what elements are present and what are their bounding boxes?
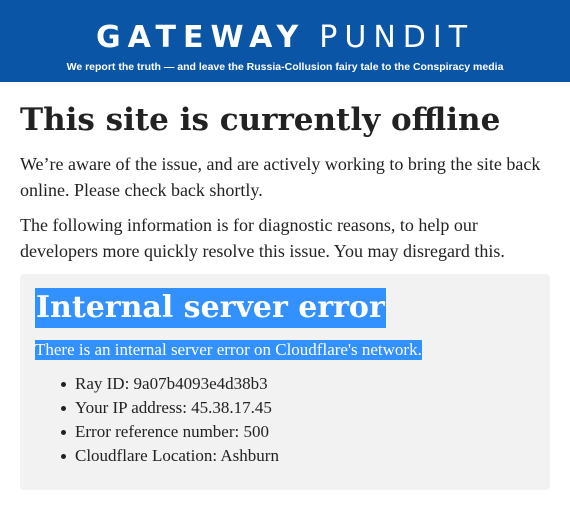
bullet-icon [61, 382, 66, 387]
logo-word-pundit: PUNDIT [319, 20, 475, 55]
error-reference-text: Error reference number: 500 [75, 422, 269, 441]
page-title: This site is currently offline [20, 102, 501, 138]
error-details-list: Ray ID: 9a07b4093e4d38b3 Your IP address… [61, 372, 279, 468]
error-description: There is an internal server error on Clo… [35, 340, 422, 360]
error-reference-item: Error reference number: 500 [61, 420, 279, 444]
location-item: Cloudflare Location: Ashburn [61, 444, 279, 468]
site-tagline: We report the truth — and leave the Russ… [66, 61, 504, 73]
status-message: We’re aware of the issue, and are active… [20, 154, 541, 200]
site-logo[interactable]: GATEWAY PUNDIT [0, 20, 570, 56]
ray-id-item: Ray ID: 9a07b4093e4d38b3 [61, 372, 279, 396]
logo-word-gateway: GATEWAY [95, 20, 306, 55]
main-content: This site is currently offline We’re awa… [0, 82, 570, 518]
error-title: Internal server error [35, 288, 386, 328]
location-text: Cloudflare Location: Ashburn [75, 446, 279, 465]
bullet-icon [61, 454, 66, 459]
ray-id-text: Ray ID: 9a07b4093e4d38b3 [75, 374, 268, 393]
ip-address-text: Your IP address: 45.38.17.45 [75, 398, 272, 417]
ip-address-item: Your IP address: 45.38.17.45 [61, 396, 279, 420]
diagnostic-note: The following information is for diagnos… [20, 215, 505, 261]
bullet-icon [61, 430, 66, 435]
error-details-box: Internal server error There is an intern… [20, 274, 550, 490]
site-header: GATEWAY PUNDIT We report the truth — and … [0, 0, 570, 82]
bullet-icon [61, 406, 66, 411]
